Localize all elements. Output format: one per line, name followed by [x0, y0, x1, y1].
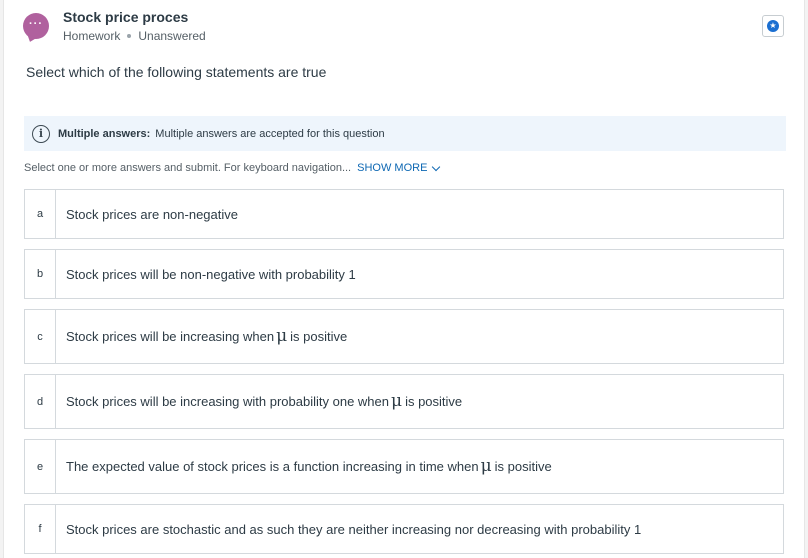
option-text: Stock prices are stochastic and as such … — [66, 521, 642, 537]
bookmark-button[interactable]: ★ — [762, 15, 784, 37]
mu-symbol: μ — [480, 456, 492, 476]
option-letter: d — [25, 375, 56, 428]
mu-symbol: μ — [276, 326, 288, 346]
question-card: ··· Stock price proces Homework Unanswer… — [3, 0, 805, 558]
discussion-icon: ··· — [23, 13, 49, 39]
mu-symbol: μ — [391, 391, 403, 411]
option-text: Stock prices will be non-negative with p… — [66, 266, 356, 282]
multiple-answers-banner: i Multiple answers: Multiple answers are… — [24, 116, 786, 151]
question-prompt: Select which of the following statements… — [26, 64, 327, 80]
info-label: Multiple answers: — [58, 127, 151, 140]
question-type: Homework — [63, 29, 121, 43]
answer-instructions: Select one or more answers and submit. F… — [24, 162, 441, 174]
info-text: Multiple answers are accepted for this q… — [155, 127, 385, 140]
option-text: The expected value of stock prices is a … — [66, 456, 552, 476]
answer-option-b[interactable]: b Stock prices will be non-negative with… — [24, 249, 784, 299]
star-icon: ★ — [767, 20, 779, 32]
option-letter: a — [25, 190, 56, 238]
question-meta: Homework Unanswered — [63, 29, 206, 43]
answer-option-c[interactable]: c Stock prices will be increasing when μ… — [24, 309, 784, 364]
answer-option-a[interactable]: a Stock prices are non-negative — [24, 189, 784, 239]
question-header: ··· Stock price proces Homework Unanswer… — [23, 8, 206, 43]
meta-separator-dot — [127, 34, 132, 38]
header-titles: Stock price proces Homework Unanswered — [63, 8, 206, 43]
option-letter: e — [25, 440, 56, 493]
show-more-link[interactable]: SHOW MORE — [357, 162, 441, 174]
info-icon: i — [32, 124, 50, 143]
option-text: Stock prices will be increasing with pro… — [66, 391, 463, 411]
instructions-text: Select one or more answers and submit. F… — [24, 162, 352, 174]
answer-option-f[interactable]: f Stock prices are stochastic and as suc… — [24, 504, 784, 554]
option-text: Stock prices are non-negative — [66, 206, 238, 222]
option-letter: f — [25, 505, 56, 553]
question-title: Stock price proces — [63, 9, 189, 25]
answer-option-d[interactable]: d Stock prices will be increasing with p… — [24, 374, 784, 429]
answer-option-e[interactable]: e The expected value of stock prices is … — [24, 439, 784, 494]
show-more-label: SHOW MORE — [357, 162, 428, 174]
question-status: Unanswered — [138, 29, 206, 43]
option-letter: b — [25, 250, 56, 298]
option-text: Stock prices will be increasing when μ i… — [66, 326, 348, 346]
chevron-down-icon — [432, 162, 441, 171]
option-letter: c — [25, 310, 56, 363]
